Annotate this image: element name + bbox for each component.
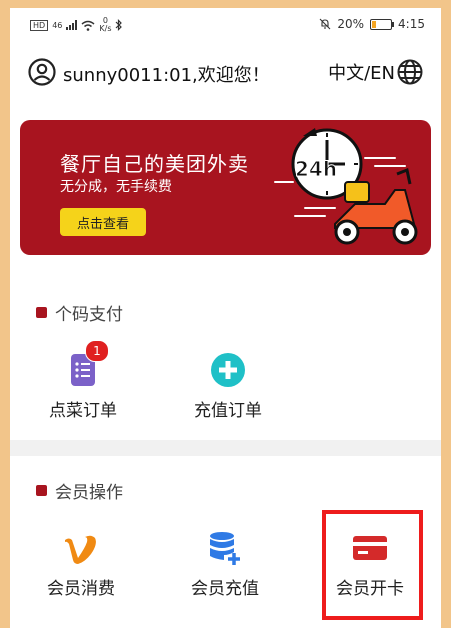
status-right: 20% 4:15 xyxy=(319,17,425,31)
net-speed: 0 K/s xyxy=(99,17,111,33)
member-section-title: 会员操作 xyxy=(55,483,123,503)
section-marker xyxy=(36,485,47,496)
user-greeting: sunny0011:01,欢迎您！ xyxy=(63,65,270,86)
recharge-order-icon-wrap xyxy=(208,350,248,390)
v-logo-icon xyxy=(65,535,96,564)
member-recharge-label: 会员充值 xyxy=(191,579,259,599)
app-frame: HD 46 0 K/s 20% 4:15 sunny0011:01,欢迎您！ 中… xyxy=(10,8,441,628)
delivery-scooter-illustration: 24h xyxy=(274,128,418,245)
globe-icon xyxy=(397,59,423,85)
language-label: 中文/EN xyxy=(328,63,395,84)
status-bar: HD 46 0 K/s 20% 4:15 xyxy=(10,8,441,38)
banner-title: 餐厅自己的美团外卖 xyxy=(60,152,249,176)
clock: 4:15 xyxy=(398,17,425,31)
order-list-label: 点菜订单 xyxy=(49,401,117,421)
battery-icon xyxy=(370,18,395,30)
member-recharge-button[interactable]: 会员充值 xyxy=(170,528,280,599)
recharge-order-label: 充值订单 xyxy=(194,401,262,421)
mute-bell-icon xyxy=(319,18,331,30)
database-add-icon xyxy=(210,532,240,565)
section-marker xyxy=(36,307,47,318)
wifi-icon xyxy=(81,20,95,31)
battery-fill xyxy=(372,20,377,28)
order-list-icon-wrap: 1 xyxy=(63,340,109,390)
order-count-badge: 1 xyxy=(85,340,109,362)
member-section-header: 会员操作 xyxy=(36,478,123,503)
status-left: HD 46 0 K/s xyxy=(30,17,123,33)
recharge-order-button[interactable]: 充值订单 xyxy=(173,350,283,421)
net-speed-unit: K/s xyxy=(99,24,112,33)
promo-banner[interactable]: 餐厅自己的美团外卖 无分成，无手续费 点击查看 24h xyxy=(20,120,431,255)
member-consume-icon-wrap xyxy=(61,528,101,568)
member-recharge-icon-wrap xyxy=(205,528,245,568)
selection-highlight xyxy=(322,510,423,620)
user-icon[interactable] xyxy=(28,58,56,86)
battery-percent: 20% xyxy=(337,17,365,31)
bluetooth-icon xyxy=(116,19,123,31)
hd-indicator: HD xyxy=(30,19,49,31)
network-type: 46 xyxy=(52,20,63,30)
payment-section: 个码支付 1 点菜订单 充值订单 xyxy=(10,286,441,440)
signal-icon xyxy=(66,20,78,30)
payment-section-title: 个码支付 xyxy=(55,305,123,325)
order-list-button[interactable]: 1 点菜订单 xyxy=(28,340,138,421)
banner-subtitle: 无分成，无手续费 xyxy=(60,179,172,195)
user-bar: sunny0011:01,欢迎您！ 中文/EN xyxy=(10,56,441,92)
language-switch[interactable]: 中文/EN xyxy=(328,59,423,85)
member-consume-button[interactable]: 会员消费 xyxy=(26,528,136,599)
payment-section-header: 个码支付 xyxy=(36,300,123,325)
badge-24h: 24h xyxy=(295,157,337,181)
plus-circle-icon xyxy=(211,353,245,387)
member-consume-label: 会员消费 xyxy=(47,579,115,599)
banner-view-button[interactable]: 点击查看 xyxy=(60,208,146,236)
